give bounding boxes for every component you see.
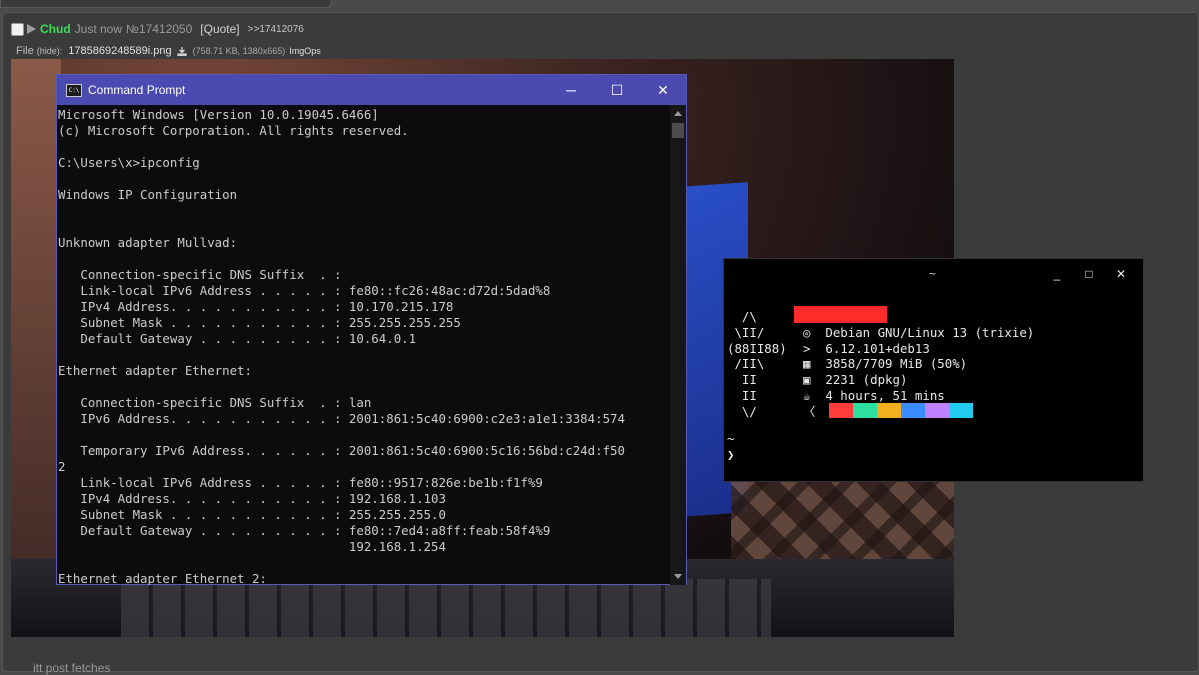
maximize-button[interactable]: ☐ [594,75,640,105]
cmd-scrollbar[interactable] [670,105,686,585]
minimize-button[interactable]: ─ [548,75,594,105]
file-info: File (hide): 1785869248589i.png (758.71 … [16,45,321,57]
palette-swatch [949,403,973,418]
terminal-window: ~ _ □ ✕ /\ \II/ (88II88) /II\ II II \/ ◎… [723,258,1144,482]
download-icon[interactable] [176,46,187,56]
terminal-minimize-button[interactable]: _ [1041,265,1073,283]
file-label: File [16,45,34,57]
cmd-output-text: Microsoft Windows [Version 10.0.19045.64… [58,107,625,585]
file-meta: (758.71 KB, 1380x665) [192,46,286,56]
post-number[interactable]: №17412050 [126,22,192,36]
palette-swatch [853,403,877,418]
scroll-up-icon[interactable] [674,111,682,116]
close-button[interactable]: ✕ [640,75,686,105]
background-wall [11,59,61,637]
cmd-app-icon: C:\ [66,83,82,97]
terminal-title: ~ [929,267,937,281]
color-palette [829,403,973,418]
select-checkbox[interactable] [11,22,24,36]
laptop-keyboard [121,579,771,637]
imgops-link[interactable]: ImgOps [289,46,321,56]
terminal-titlebar[interactable]: ~ _ □ ✕ [724,259,1143,289]
palette-swatch [901,403,925,418]
poster-name: Chud [40,22,71,36]
terminal-close-button[interactable]: ✕ [1105,265,1137,283]
palette-swatch [829,403,853,418]
distro-ascii-logo: /\ \II/ (88II88) /II\ II II \/ [727,309,787,419]
post-header: Chud Just now №17412050 [Quote] >>174120… [11,21,304,37]
scroll-thumb[interactable] [672,123,684,138]
command-prompt-window: C:\ Command Prompt ─ ☐ ✕ Microsoft Windo… [56,74,687,585]
reply-link[interactable]: >>17412076 [248,24,304,35]
cmd-titlebar[interactable]: C:\ Command Prompt ─ ☐ ✕ [57,75,686,105]
file-name-link[interactable]: 1785869248589i.png [68,45,171,57]
hide-link[interactable]: (hide): [37,46,63,56]
quote-link[interactable]: [Quote] [200,22,239,36]
previous-post-edge [0,0,1199,12]
terminal-maximize-button[interactable]: □ [1073,265,1105,283]
shell-prompt: ~ ❯ [727,431,735,462]
scroll-down-icon[interactable] [674,574,682,579]
palette-swatch [877,403,901,418]
palette-swatch [925,403,949,418]
cmd-title-text: Command Prompt [88,83,186,97]
post-time: Just now [74,22,123,36]
post-body-text: itt post fetches [33,661,111,675]
previous-post-box [0,0,332,8]
cmd-output[interactable]: Microsoft Windows [Version 10.0.19045.64… [57,105,670,585]
play-arrow-icon[interactable] [27,24,36,34]
